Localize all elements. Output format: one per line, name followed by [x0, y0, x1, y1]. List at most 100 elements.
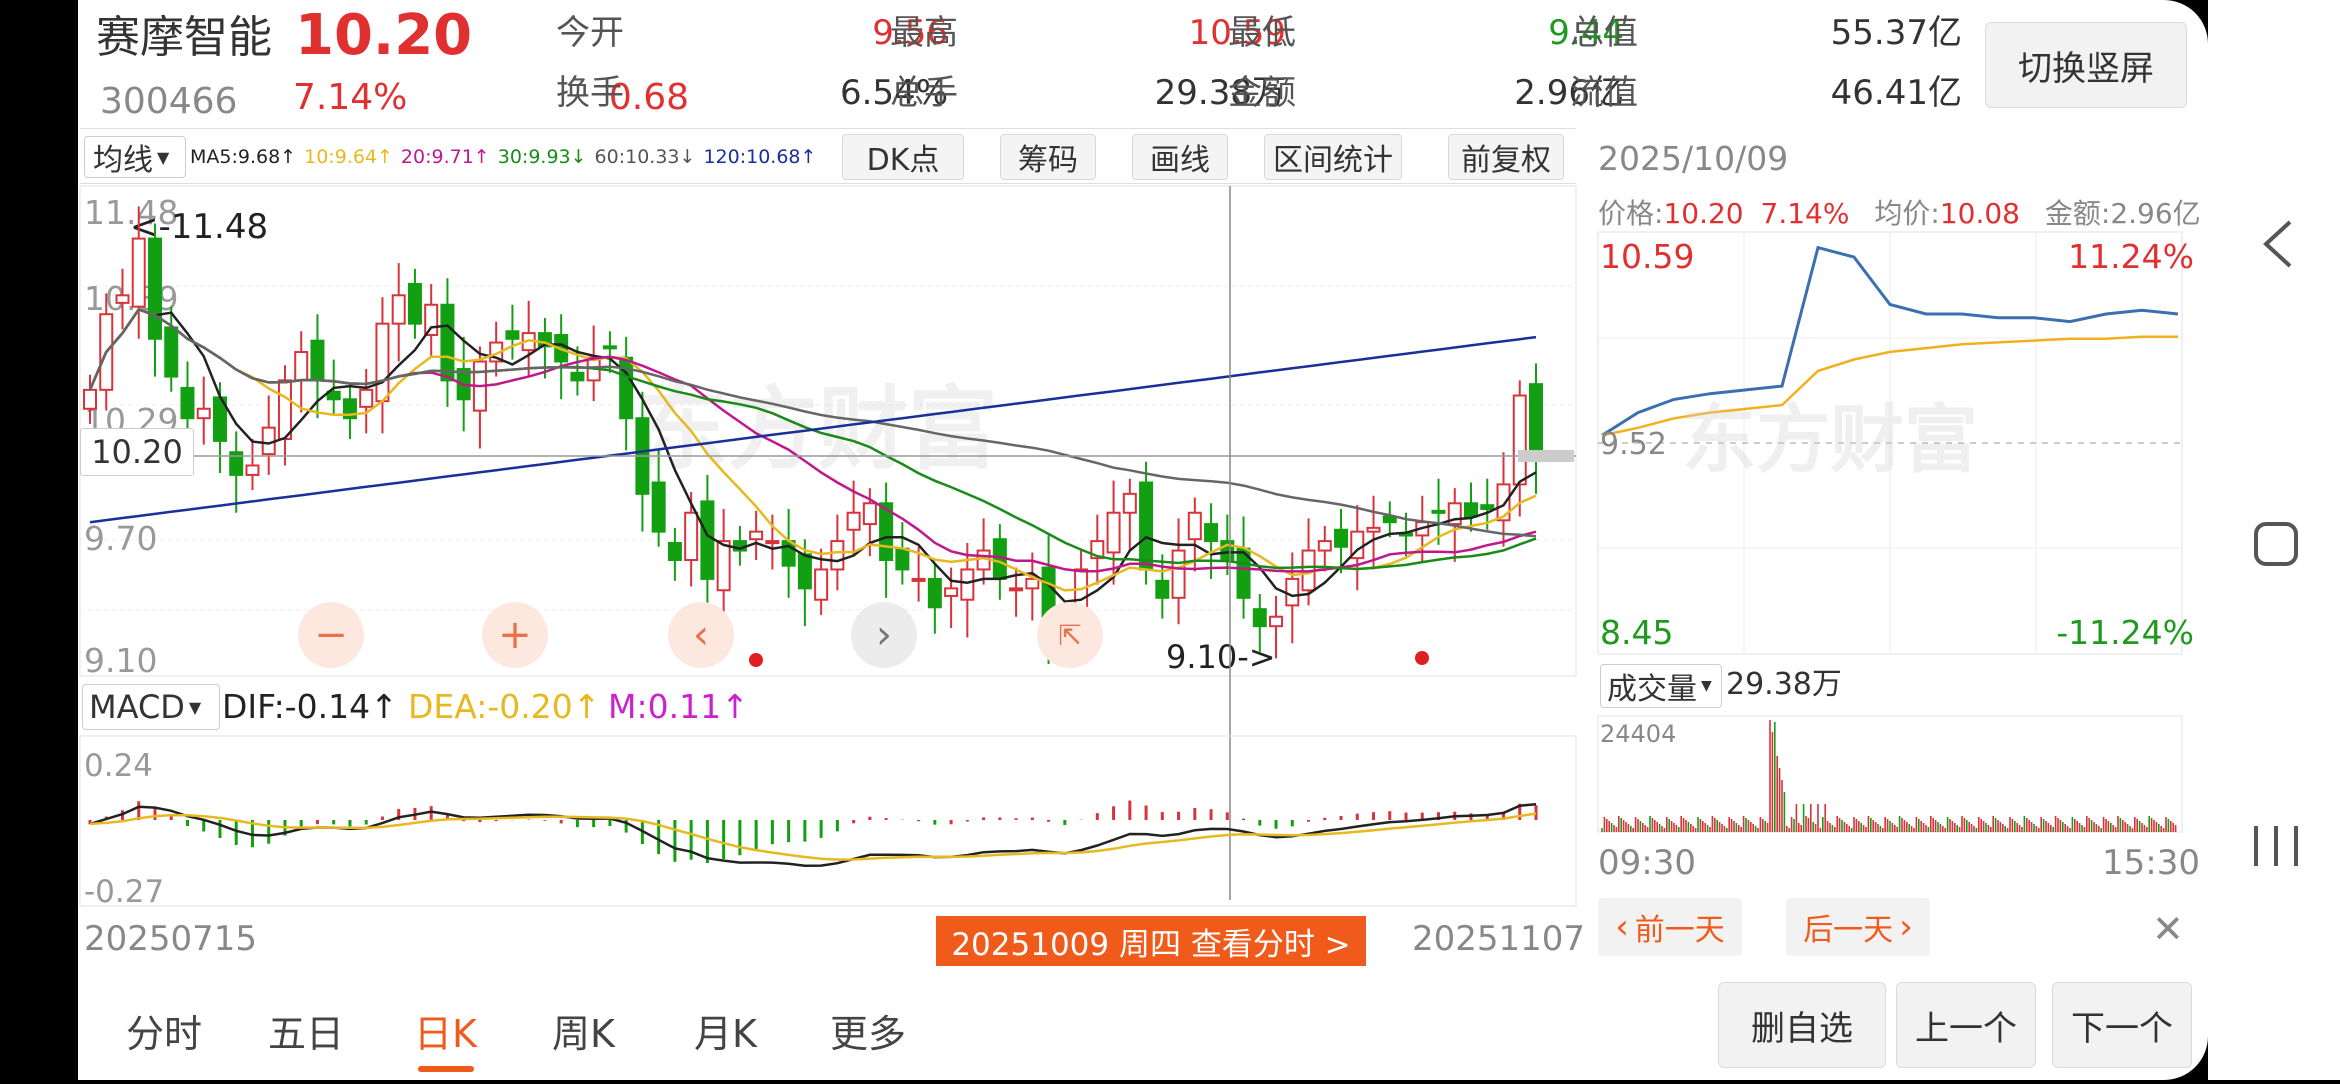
- intraday-prev-close: 9.52: [1600, 427, 1667, 462]
- period-tab-1[interactable]: 五日: [268, 1003, 344, 1058]
- period-tab-0[interactable]: 分时: [126, 1003, 202, 1058]
- candle-body: [960, 568, 975, 601]
- candle-body: [1187, 511, 1202, 541]
- prev-day-button[interactable]: ‹ 前一天: [1598, 898, 1742, 956]
- candle-body: [749, 530, 764, 541]
- intraday-pct: 7.14%: [1760, 197, 1850, 230]
- intraday-low: 8.45: [1600, 613, 1674, 652]
- view-intraday-button[interactable]: 20251009 周四 查看分时 >: [936, 916, 1366, 966]
- intraday-price: 10.20: [1663, 197, 1744, 230]
- candle-body: [1252, 608, 1267, 628]
- time-start: 09:30: [1598, 843, 1696, 883]
- candle-body: [1139, 481, 1154, 571]
- candle-body: [602, 345, 617, 350]
- candle-body: [862, 502, 877, 526]
- candle-body: [505, 330, 520, 340]
- intraday-low-pct: -11.24%: [2056, 613, 2194, 652]
- system-nav-bar: [2208, 0, 2340, 1080]
- candle-body: [1480, 504, 1495, 510]
- candle-body: [684, 511, 699, 562]
- candle-body: [944, 587, 959, 597]
- candle-body: [375, 322, 390, 403]
- avg-label: 均价:: [1874, 197, 1940, 230]
- caret-down-icon: ▼: [1701, 678, 1712, 694]
- period-tab-5[interactable]: 更多: [830, 1003, 906, 1058]
- macd-selector-label: MACD: [89, 688, 185, 726]
- volume-selector-label: 成交量: [1607, 672, 1697, 707]
- candle-body: [846, 511, 861, 531]
- candle-body: [180, 386, 195, 420]
- candle-body: [1171, 549, 1186, 599]
- caret-down-icon: ▼: [188, 697, 202, 717]
- candle-body: [570, 371, 585, 382]
- candle-body: [1431, 509, 1446, 514]
- candle-body: [700, 500, 715, 580]
- volume-max: 24404: [1600, 720, 1677, 748]
- candle-body: [164, 326, 179, 378]
- intraday-summary: 价格:10.20 7.14% 均价:10.08 金额:2.96亿: [1598, 192, 2201, 232]
- candle-body: [765, 540, 780, 545]
- candle-body: [1317, 540, 1332, 552]
- candle-body: [310, 339, 325, 382]
- zoom-in-button[interactable]: +: [482, 602, 548, 668]
- candle-body: [131, 237, 146, 308]
- candle-body: [1009, 587, 1024, 592]
- candle-body: [651, 481, 666, 533]
- candle-body: [1334, 528, 1349, 548]
- period-tab-4[interactable]: 月K: [694, 1003, 757, 1058]
- time-end: 15:30: [2102, 843, 2200, 883]
- period-tab-3[interactable]: 周K: [552, 1003, 615, 1058]
- close-icon[interactable]: ✕: [2152, 910, 2184, 948]
- candle-body: [391, 294, 406, 325]
- price-line-handle[interactable]: [1518, 450, 1574, 463]
- chevron-left-icon[interactable]: ‹: [668, 602, 734, 668]
- chevron-right-icon[interactable]: ›: [851, 602, 917, 668]
- signal-dot: [1415, 651, 1429, 665]
- candle-body: [1106, 511, 1121, 554]
- macd-dif: DIF:-0.14↑: [222, 687, 398, 726]
- collapse-arrow-icon[interactable]: ⇱: [1037, 602, 1103, 668]
- candle-body: [1285, 577, 1300, 607]
- candle-body: [196, 407, 211, 420]
- volume-frame: [1597, 715, 2183, 833]
- current-price-tag: 10.20: [80, 428, 194, 476]
- candle-body: [927, 577, 942, 609]
- macd-dea: DEA:-0.20↑: [408, 687, 601, 726]
- bottom-button-0[interactable]: 删自选: [1718, 982, 1886, 1068]
- zoom-out-button[interactable]: −: [298, 602, 364, 668]
- candle-body: [1366, 526, 1381, 533]
- period-tab-2[interactable]: 日K: [414, 1003, 477, 1058]
- recents-icon[interactable]: [2254, 826, 2298, 866]
- candle-body: [407, 282, 422, 325]
- candle-body: [895, 547, 910, 571]
- back-icon[interactable]: [2263, 220, 2292, 268]
- next-day-button[interactable]: 后一天 ›: [1786, 898, 1930, 956]
- candle-body: [1122, 492, 1137, 514]
- kline-start-date: 20250715: [84, 919, 258, 959]
- kline-end-date: 20251107: [1412, 919, 1586, 959]
- intraday-avg: 10.08: [1939, 197, 2020, 230]
- signal-dot: [749, 653, 763, 667]
- candle-body: [424, 303, 439, 337]
- candle-body: [1204, 523, 1219, 543]
- price-axis-label: 9.70: [84, 519, 157, 558]
- intraday-amount: 2.96亿: [2110, 197, 2201, 230]
- candle-body: [359, 388, 374, 408]
- candle-body: [83, 388, 97, 410]
- volume-selector[interactable]: 成交量 ▼: [1600, 664, 1722, 708]
- intraday-watermark: 东方财富: [1682, 397, 1978, 483]
- next-day-label: 后一天: [1803, 913, 1894, 948]
- macd-m: M:0.11↑: [608, 687, 749, 726]
- candle-body: [1155, 579, 1170, 599]
- active-tab-indicator: [418, 1066, 474, 1072]
- home-icon[interactable]: [2254, 522, 2298, 566]
- bottom-button-2[interactable]: 下一个: [2052, 982, 2192, 1068]
- volume-bars: [1601, 720, 2177, 832]
- candle-body: [294, 351, 309, 382]
- macd-selector[interactable]: MACD ▼: [82, 684, 220, 730]
- bottom-button-1[interactable]: 上一个: [1896, 982, 2036, 1068]
- candle-body: [147, 237, 162, 340]
- intraday-high-pct: 11.24%: [2068, 237, 2194, 276]
- candle-body: [1529, 383, 1543, 458]
- dea-line: [89, 812, 1537, 861]
